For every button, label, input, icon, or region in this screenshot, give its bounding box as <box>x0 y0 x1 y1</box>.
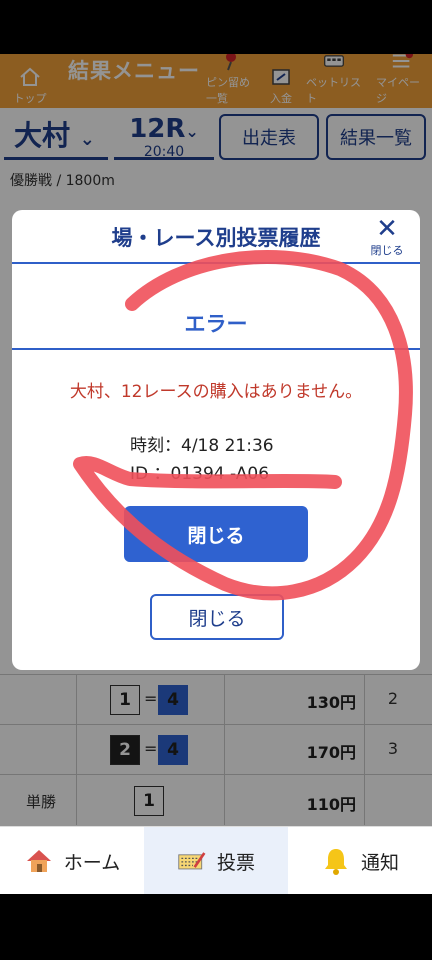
error-time: 時刻：4/18 21:36 <box>130 436 274 456</box>
error-message: 大村、12レースの購入はありません。 <box>69 382 363 402</box>
house-icon <box>24 846 54 876</box>
error-id: ID ：01394 -A06 <box>130 464 270 484</box>
vote-history-close-button[interactable]: 閉じる <box>150 594 284 640</box>
bell-icon <box>321 846 351 876</box>
nav-vote[interactable]: 投票 <box>144 827 288 894</box>
system-nav-bar <box>0 894 432 960</box>
nav-home[interactable]: ホーム <box>0 827 144 894</box>
ticket-icon <box>177 846 207 876</box>
error-dialog: エラー 大村、12レースの購入はありません。 時刻：4/18 21:36 ID … <box>12 295 420 585</box>
bottom-nav: ホーム 投票 通知 <box>0 826 432 894</box>
error-close-button[interactable]: 閉じる <box>124 506 308 562</box>
app-screen: トップ 結果メニュー ピン留め一覧 入金 ベットリスト マイページ 大村 ⌄ 1… <box>0 54 432 894</box>
vote-history-close-x[interactable]: ✕ 閉じる <box>366 216 408 258</box>
vote-history-title: 場・レース別投票履歴 <box>12 210 420 264</box>
close-icon: ✕ <box>376 214 398 244</box>
nav-notify[interactable]: 通知 <box>288 827 432 894</box>
error-title: エラー <box>12 295 420 350</box>
